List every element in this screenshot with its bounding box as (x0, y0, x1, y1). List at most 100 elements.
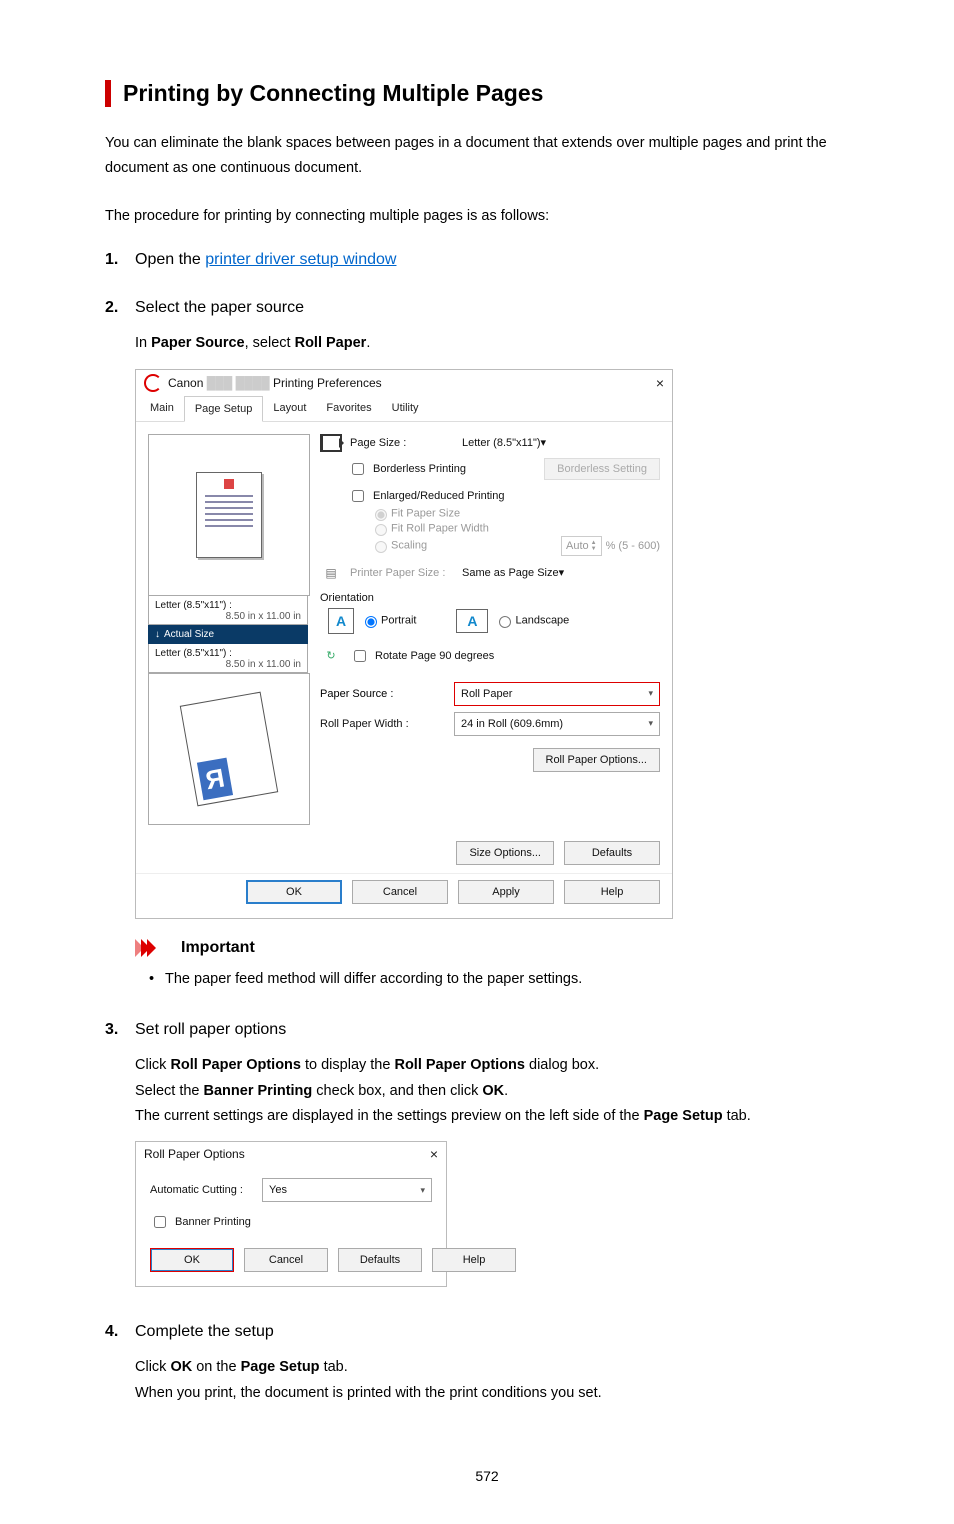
chevron-down-icon: ▾ (420, 1185, 425, 1196)
banner-printing-label: Banner Printing (175, 1216, 251, 1228)
s3p2d: OK (482, 1083, 504, 1099)
tab-page-setup[interactable]: Page Setup (184, 396, 264, 422)
portrait-icon: A (328, 608, 354, 634)
portrait-radio[interactable]: Portrait (360, 613, 416, 628)
auto-cut-label: Automatic Cutting : (150, 1184, 256, 1196)
important-bullet: The paper feed method will differ accord… (135, 967, 869, 992)
rotate-90-label: Rotate Page 90 degrees (375, 650, 494, 662)
step-2-sub-a: In (135, 335, 151, 351)
scaling-range-label: % (5 - 600) (606, 540, 660, 552)
close-icon[interactable]: × (430, 1146, 438, 1162)
s3p1b: Roll Paper Options (170, 1057, 301, 1073)
enlarged-reduced-checkbox[interactable]: Enlarged/Reduced Printing (348, 486, 660, 506)
page-size-value: Letter (8.5"x11") (462, 437, 541, 449)
actual-size-bar: Actual Size (148, 625, 308, 644)
fit-roll-width-label: Fit Roll Paper Width (391, 522, 489, 534)
intro-paragraph-1: You can eliminate the blank spaces betwe… (105, 131, 869, 182)
printer-size-icon: ▤ (325, 566, 336, 580)
preview-upper (148, 434, 310, 596)
roll-paper-options-button[interactable]: Roll Paper Options... (533, 748, 661, 772)
preview-upper-title: Letter (8.5"x11") : (155, 600, 232, 611)
s3p1e: dialog box. (525, 1057, 599, 1073)
roll-width-label: Roll Paper Width : (320, 718, 448, 730)
enlarged-reduced-label: Enlarged/Reduced Printing (373, 490, 504, 502)
step-3-title: Set roll paper options (135, 1021, 869, 1039)
step-2-title: Select the paper source (135, 299, 869, 317)
fit-roll-width-radio: Fit Roll Paper Width (370, 521, 660, 536)
step-2-sub-b2: Roll Paper (295, 335, 367, 351)
rotate-90-checkbox[interactable]: Rotate Page 90 degrees (350, 646, 494, 666)
tab-favorites[interactable]: Favorites (316, 396, 381, 421)
spinner-arrows-icon: ▲▼ (591, 540, 597, 552)
step-1-number: 1. (105, 251, 118, 269)
landscape-radio[interactable]: Landscape (494, 613, 569, 628)
printer-driver-setup-link[interactable]: printer driver setup window (205, 251, 396, 268)
rpo-help-button[interactable]: Help (432, 1248, 516, 1272)
step-1-head-prefix: Open the (135, 251, 205, 268)
chevron-down-icon: ▾ (559, 567, 565, 579)
paper-source-dropdown[interactable]: Roll Paper▾ (454, 682, 660, 706)
scaling-spinner: Auto ▲▼ (561, 536, 602, 556)
roll-width-dropdown[interactable]: 24 in Roll (609.6mm) ▾ (454, 712, 660, 736)
scaling-label: Scaling (391, 539, 427, 551)
step-2-sub-mid: , select (245, 335, 295, 351)
fit-paper-size-label: Fit Paper Size (391, 507, 460, 519)
auto-cut-value: Yes (269, 1184, 287, 1196)
rpo-ok-button[interactable]: OK (150, 1248, 234, 1272)
rpo-defaults-button[interactable]: Defaults (338, 1248, 422, 1272)
paper-source-label: Paper Source : (320, 688, 448, 700)
auto-cut-dropdown[interactable]: Yes ▾ (262, 1178, 432, 1202)
help-button[interactable]: Help (564, 880, 660, 904)
cancel-button[interactable]: Cancel (352, 880, 448, 904)
s3p1d: Roll Paper Options (394, 1057, 525, 1073)
step-1: 1. Open the printer driver setup window (105, 251, 869, 269)
scaling-radio: Scaling (370, 538, 427, 553)
page-size-dropdown[interactable]: Letter (8.5"x11")▾ (462, 436, 660, 449)
actual-size-label: Actual Size (164, 629, 214, 640)
size-options-button[interactable]: Size Options... (456, 841, 554, 865)
printer-paper-size-value: Same as Page Size (462, 567, 559, 579)
page-size-label: Page Size : (350, 437, 454, 449)
landscape-label: Landscape (515, 614, 569, 626)
dialog-tabs: Main Page Setup Layout Favorites Utility (136, 396, 672, 422)
s3p3c: tab. (723, 1108, 751, 1124)
preview-lower-dim: 8.50 in x 11.00 in (155, 659, 301, 670)
tab-utility[interactable]: Utility (382, 396, 429, 421)
s3p1a: Click (135, 1057, 170, 1073)
tab-main[interactable]: Main (140, 396, 184, 421)
fit-paper-size-radio: Fit Paper Size (370, 506, 660, 521)
step-2-sub-b1: Paper Source (151, 335, 245, 351)
s4p1e: tab. (320, 1359, 348, 1375)
step-2-number: 2. (105, 299, 118, 317)
s3p2c: check box, and then click (312, 1083, 482, 1099)
tab-layout[interactable]: Layout (263, 396, 316, 421)
dialog-title-suffix: Printing Preferences (273, 376, 382, 390)
s4p1a: Click (135, 1359, 170, 1375)
app-icon (144, 374, 162, 392)
chevron-down-icon: ▾ (648, 718, 653, 729)
rpo-cancel-button[interactable]: Cancel (244, 1248, 328, 1272)
borderless-printing-checkbox[interactable]: Borderless Printing (348, 459, 466, 479)
printing-preferences-dialog: Canon ███ ████ Printing Preferences × Ma… (135, 369, 673, 919)
close-icon[interactable]: × (656, 375, 664, 391)
page-title: Printing by Connecting Multiple Pages (123, 80, 869, 107)
dialog-title-redacted-1: ███ (207, 376, 233, 390)
defaults-button[interactable]: Defaults (564, 841, 660, 865)
preview-upper-dim: 8.50 in x 11.00 in (155, 611, 301, 622)
page-number: 572 (105, 1418, 869, 1484)
rotate-icon: ↻ (326, 649, 335, 662)
s3p3b: Page Setup (644, 1108, 723, 1124)
step-2-sub-sfx: . (366, 335, 370, 351)
dialog-title-redacted-2: ████ (236, 376, 270, 390)
page-size-icon (320, 434, 342, 452)
preview-lower-title: Letter (8.5"x11") : (155, 648, 232, 659)
s4p1c: on the (192, 1359, 240, 1375)
preview-upper-sheet (196, 472, 262, 558)
roll-width-value: 24 in Roll (609.6mm) (461, 718, 563, 730)
banner-printing-checkbox[interactable]: Banner Printing (150, 1212, 432, 1232)
apply-button[interactable]: Apply (458, 880, 554, 904)
dialog-title-prefix: Canon (168, 376, 203, 390)
ok-button[interactable]: OK (246, 880, 342, 904)
borderless-printing-label: Borderless Printing (373, 463, 466, 475)
step-3-number: 3. (105, 1021, 118, 1039)
